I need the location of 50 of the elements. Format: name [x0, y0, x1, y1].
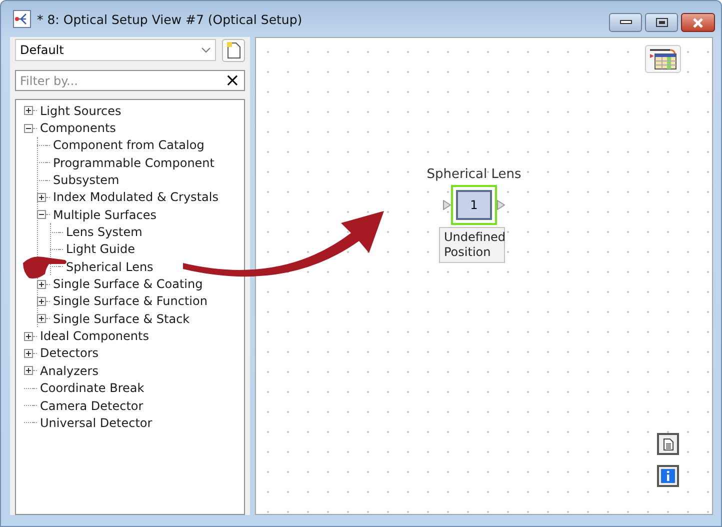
tree-item[interactable]: Lens System [66, 225, 142, 240]
close-button[interactable] [681, 13, 715, 32]
input-port-icon [443, 200, 451, 210]
tree-item[interactable]: Detectors [40, 346, 99, 360]
pointing-hand-icon [23, 256, 66, 278]
tree-item[interactable]: Light Sources [40, 104, 122, 118]
output-port-icon [497, 200, 505, 210]
tree-item[interactable]: Analyzers [40, 364, 98, 378]
new-document-button[interactable] [222, 39, 245, 62]
tree-item[interactable]: Spherical Lens [66, 260, 154, 274]
chevron-down-icon [201, 47, 211, 53]
tree-item[interactable]: Ideal Components [40, 329, 149, 344]
info-icon[interactable] [657, 465, 679, 487]
maximize-button[interactable] [645, 13, 678, 32]
tree-item[interactable]: Components [40, 121, 116, 136]
minimize-button[interactable] [609, 13, 642, 32]
minimize-icon [620, 20, 632, 25]
table-icon[interactable] [645, 45, 681, 73]
tree-item[interactable]: Coordinate Break [40, 381, 144, 396]
tree-item[interactable]: Camera Detector [40, 398, 144, 413]
clear-button[interactable]: × [220, 72, 244, 90]
close-icon [692, 18, 704, 28]
tree-item[interactable]: Single Surface & Coating [53, 277, 203, 292]
expand-icon[interactable] [24, 106, 33, 116]
tree-item[interactable]: Single Surface & Stack [53, 312, 190, 326]
filter-field[interactable]: Filter by... × [15, 70, 245, 91]
expand-icon[interactable] [37, 192, 46, 202]
document-icon[interactable] [657, 433, 679, 455]
expand-icon[interactable] [24, 366, 33, 376]
tree-item[interactable]: Programmable Component [53, 156, 214, 170]
tree-item[interactable]: Component from Catalog [53, 138, 204, 152]
maximize-icon [656, 18, 668, 27]
app-icon [13, 10, 31, 28]
tree-item[interactable]: Index Modulated & Crystals [53, 190, 218, 204]
preset-dropdown[interactable]: Default [15, 39, 216, 61]
expand-icon[interactable] [37, 280, 46, 289]
window-title: * 8: Optical Setup View #7 (Optical Setup) [37, 12, 304, 26]
expand-icon[interactable] [37, 296, 46, 306]
tree-item[interactable]: Subsystem [53, 173, 120, 188]
tree-item[interactable]: Universal Detector [40, 416, 152, 430]
position-note: Undefined Position [439, 227, 505, 263]
node-label: Spherical Lens [426, 167, 522, 182]
expand-icon[interactable] [24, 332, 33, 341]
tree-item[interactable]: Single Surface & Function [53, 294, 208, 308]
collapse-icon[interactable] [24, 124, 33, 133]
tree-item[interactable]: Light Guide [66, 242, 135, 256]
tree-item[interactable]: Multiple Surfaces [53, 208, 156, 222]
expand-icon[interactable] [24, 348, 33, 358]
expand-icon[interactable] [37, 314, 46, 324]
collapse-icon[interactable] [37, 210, 46, 220]
